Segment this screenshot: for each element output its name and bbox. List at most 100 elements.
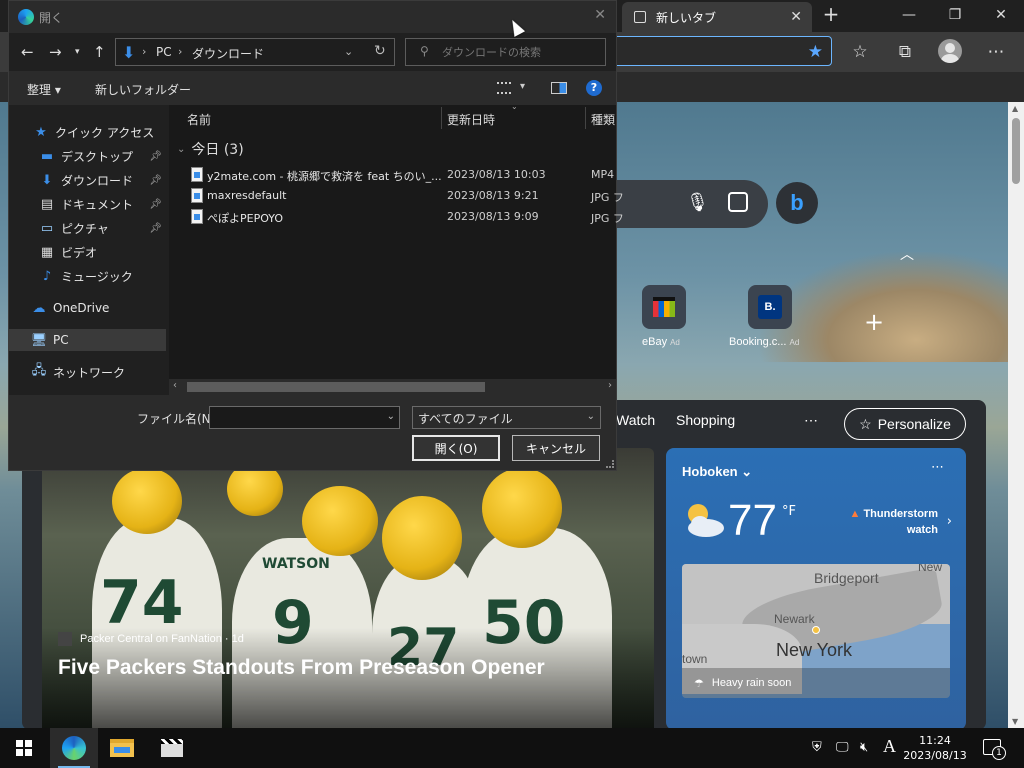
volume-muted-icon[interactable]: 🔇︎ — [860, 740, 868, 755]
taskbar-file-explorer[interactable] — [98, 728, 146, 768]
address-bar[interactable]: ★ — [606, 36, 832, 66]
nav-pictures[interactable]: ▭ ピクチャ 📌︎ — [9, 217, 166, 239]
quick-link-booking[interactable]: B. — [748, 285, 792, 329]
download-folder-icon: ⬇ — [122, 43, 136, 62]
hero-article-card[interactable]: 74 9 27 50 WATSON Packer Central on FanN… — [42, 448, 654, 728]
feed-more-icon[interactable]: ⋯ — [804, 412, 818, 429]
group-header-today[interactable]: ⌄ 今日 (3) — [177, 139, 244, 159]
add-shortcut-icon[interactable]: + — [864, 308, 884, 336]
refresh-icon[interactable]: ↻ — [374, 43, 386, 59]
weather-radar-map[interactable]: Bridgeport New Newark New York town ☂ He… — [682, 564, 950, 698]
scroll-right-icon[interactable]: › — [608, 380, 612, 391]
weather-card[interactable]: Hoboken ⌄ ⋯ 77 °F ▲ Thunderstorm watch › — [666, 448, 966, 728]
nav-downloads[interactable]: ⬇ ダウンロード 📌︎ — [9, 169, 166, 191]
new-folder-button[interactable]: 新しいフォルダー — [95, 81, 191, 98]
nav-documents[interactable]: ▤ ドキュメント 📌︎ — [9, 193, 166, 215]
scrollbar-thumb[interactable] — [187, 382, 485, 392]
view-options-icon[interactable] — [497, 82, 511, 94]
hero-title[interactable]: Five Packers Standouts From Preseason Op… — [58, 656, 545, 680]
column-header-type[interactable]: 種類 — [591, 111, 615, 128]
horizontal-scrollbar[interactable]: ‹ › — [169, 379, 616, 395]
ime-indicator[interactable]: A — [883, 736, 896, 757]
file-row[interactable]: y2mate.com - 桃源郷で救済を feat ちのい_... 2023/0… — [169, 164, 616, 185]
page-scrollbar[interactable]: ▲ ▼ — [1008, 102, 1024, 728]
file-row[interactable]: maxresdefault 2023/08/13 9:21 JPG フ — [169, 185, 624, 206]
security-shield-icon[interactable]: ⛨ — [812, 740, 822, 755]
scrollbar-thumb[interactable] — [1012, 118, 1020, 184]
pin-icon[interactable]: 📌︎ — [149, 175, 162, 186]
breadcrumb-downloads[interactable]: ダウンロード — [192, 45, 264, 62]
hero-source[interactable]: Packer Central on FanNation · 1d — [58, 632, 244, 646]
visual-search-icon[interactable] — [728, 192, 748, 212]
address-breadcrumb[interactable]: ⬇ › PC › ダウンロード ⌄ ↻ — [115, 38, 395, 66]
pin-icon[interactable]: 📌︎ — [149, 199, 162, 210]
dialog-close-icon[interactable]: ✕ — [594, 7, 606, 23]
folder-search[interactable]: ⚲ — [405, 38, 606, 66]
nav-music[interactable]: ♪ ミュージック — [9, 265, 166, 287]
profile-avatar[interactable] — [938, 39, 962, 63]
settings-more-icon[interactable]: ⋯ — [984, 40, 1008, 64]
weather-location[interactable]: Hoboken ⌄ — [682, 464, 752, 480]
edge-app-icon — [18, 9, 34, 25]
tab-new-tab[interactable]: 新しいタブ ✕ — [622, 2, 812, 32]
feed-tab-shopping[interactable]: Shopping — [676, 412, 735, 428]
chevron-down-icon[interactable]: ▾ — [520, 81, 525, 92]
clock[interactable]: 11:24 2023/08/13 — [900, 733, 970, 763]
nav-pc[interactable]: 🖥︎ PC — [9, 329, 166, 351]
pin-icon[interactable]: 📌︎ — [149, 151, 162, 162]
nav-onedrive[interactable]: ☁ OneDrive — [9, 297, 166, 319]
file-type-select[interactable]: すべてのファイル ⌄ — [412, 406, 601, 429]
favorites-icon[interactable]: ☆ — [848, 40, 872, 64]
cancel-button[interactable]: キャンセル — [512, 435, 600, 461]
taskbar-edge[interactable] — [50, 728, 98, 768]
chevron-up-icon[interactable]: ︿ — [900, 244, 914, 264]
help-icon[interactable]: ? — [586, 80, 602, 96]
open-button[interactable]: 開く(O) — [412, 435, 500, 461]
feed-tab-watch[interactable]: Watch — [616, 412, 655, 428]
favorite-star-icon[interactable]: ★ — [808, 42, 823, 62]
scroll-down-icon[interactable]: ▼ — [1012, 717, 1018, 726]
close-window-button[interactable]: ✕ — [978, 0, 1024, 30]
back-arrow-icon[interactable]: ← — [21, 43, 34, 61]
column-header-name[interactable]: 名前 — [187, 111, 211, 128]
tab-close-icon[interactable]: ✕ — [790, 9, 802, 25]
dialog-titlebar[interactable]: 開く ✕ — [9, 1, 616, 33]
column-header-modified[interactable]: 更新日時 — [447, 111, 495, 128]
preview-pane-icon[interactable] — [551, 82, 567, 94]
file-row[interactable]: ぺぽよPEPOYO 2023/08/13 9:09 JPG フ — [169, 206, 624, 227]
recent-locations-chevron-icon[interactable]: ▾ — [75, 47, 80, 57]
restore-button[interactable]: ❐ — [932, 0, 978, 30]
minimize-button[interactable]: — — [886, 0, 932, 30]
breadcrumb-pc[interactable]: PC — [156, 45, 172, 59]
weather-more-icon[interactable]: ⋯ — [931, 460, 944, 475]
chevron-down-icon: ⌄ — [586, 411, 595, 422]
start-button[interactable] — [0, 728, 48, 768]
column-divider[interactable] — [585, 107, 586, 129]
pin-icon[interactable]: 📌︎ — [149, 223, 162, 234]
chevron-down-icon[interactable]: ⌄ — [344, 45, 353, 58]
forward-arrow-icon[interactable]: → — [49, 43, 62, 61]
chevron-down-icon[interactable]: ⌄ — [387, 411, 395, 422]
organize-button[interactable]: 整理 ▾ — [27, 81, 61, 98]
weather-alert[interactable]: ▲ Thunderstorm watch — [849, 506, 938, 538]
new-tab-button[interactable]: + — [820, 4, 842, 26]
quick-link-ebay[interactable] — [642, 285, 686, 329]
nav-network[interactable]: 🖧︎ ネットワーク — [9, 361, 166, 383]
search-input[interactable] — [442, 43, 598, 61]
personalize-button[interactable]: ☆ Personalize — [844, 408, 966, 440]
file-name-input[interactable] — [210, 407, 380, 428]
collections-icon[interactable]: ⧉ — [893, 40, 917, 64]
network-status-icon[interactable]: 🖵︎ — [836, 740, 849, 755]
taskbar-video-editor[interactable] — [148, 728, 196, 768]
column-divider[interactable] — [441, 107, 442, 129]
scroll-left-icon[interactable]: ‹ — [173, 380, 177, 391]
scroll-up-icon[interactable]: ▲ — [1012, 104, 1018, 113]
up-arrow-icon[interactable]: ↑ — [93, 43, 106, 61]
bing-chat-button[interactable]: b — [776, 182, 818, 224]
resize-grip-icon[interactable] — [606, 460, 614, 468]
nav-desktop[interactable]: ▬ デスクトップ 📌︎ — [9, 145, 166, 167]
nav-quick-access[interactable]: ★ クイック アクセス — [9, 121, 166, 143]
file-name-combobox[interactable]: ⌄ — [209, 406, 400, 429]
microphone-icon[interactable]: 🎙︎ — [686, 192, 709, 213]
nav-videos[interactable]: ▦ ビデオ — [9, 241, 166, 263]
